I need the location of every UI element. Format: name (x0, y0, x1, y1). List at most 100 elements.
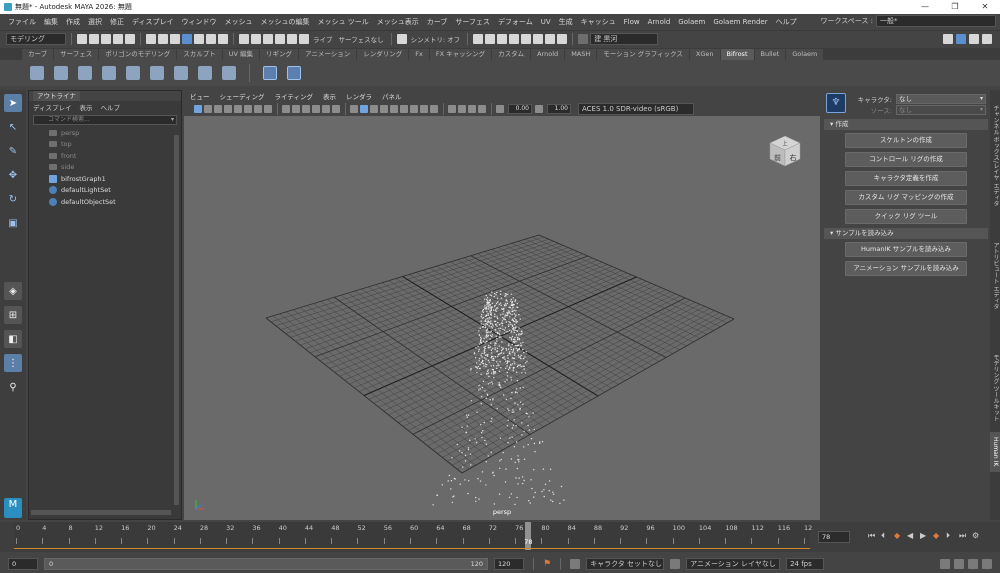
shelf-tab-14[interactable]: XGen (689, 49, 720, 60)
menu-item-7[interactable]: メッシュ (221, 17, 257, 27)
go-to-start-icon[interactable]: ⏮ (868, 531, 876, 541)
grease-pencil-icon[interactable] (234, 105, 242, 113)
snap-surface-icon[interactable] (287, 34, 297, 44)
sample-button-1[interactable]: アニメーション サンプルを読み込み (845, 261, 967, 276)
safe-action-icon[interactable] (478, 105, 486, 113)
bifrost-particles-icon[interactable] (102, 66, 116, 80)
viewport-menu-5[interactable]: パネル (382, 91, 402, 101)
smooth-shade-icon[interactable] (292, 105, 300, 113)
shelf-tab-0[interactable]: カーブ (22, 49, 54, 60)
menu-item-5[interactable]: ディスプレイ (128, 17, 178, 27)
gate-mask-icon[interactable] (458, 105, 466, 113)
select-hierarchy-icon[interactable] (146, 34, 156, 44)
viewport-menu-2[interactable]: ライティング (275, 91, 313, 101)
menu-item-17[interactable]: Flow (620, 18, 644, 26)
animation-layer-dropdown[interactable]: アニメーション レイヤなし (686, 558, 781, 570)
render-settings-icon[interactable] (485, 34, 496, 44)
outliner-menu-show[interactable]: 表示 (80, 102, 93, 112)
redo-icon[interactable] (125, 34, 135, 44)
play-forwards-icon[interactable]: ▶ (920, 531, 928, 541)
depth-of-field-icon[interactable] (420, 105, 428, 113)
menu-item-8[interactable]: メッシュの編集 (257, 17, 314, 27)
menu-item-10[interactable]: メッシュ表示 (373, 17, 423, 27)
viewport-menu-0[interactable]: ビュー (190, 91, 210, 101)
menu-item-15[interactable]: 生成 (555, 17, 577, 27)
bifrost-cube-icon[interactable] (198, 66, 212, 80)
gamma-field[interactable]: 1.00 (547, 104, 571, 114)
selection-mask-icon[interactable] (182, 34, 192, 44)
live-surface-label[interactable]: サーフェスなし (337, 34, 386, 44)
shelf-tab-4[interactable]: UV 編集 (222, 49, 260, 60)
menu-item-6[interactable]: ウィンドウ (178, 17, 221, 27)
pause-icon[interactable] (557, 34, 568, 44)
maximize-button[interactable]: ❐ (940, 0, 970, 14)
move-tool-icon[interactable]: ✥ (4, 166, 22, 184)
animation-start-field[interactable]: 0 (8, 558, 38, 570)
viewport-menu-1[interactable]: シェーディング (220, 91, 265, 101)
outliner-item[interactable]: bifrostGraph1 (29, 173, 181, 185)
wireframe-on-shaded-icon[interactable] (302, 105, 310, 113)
textured-icon[interactable] (312, 105, 320, 113)
open-scene-icon[interactable] (89, 34, 99, 44)
outliner-item[interactable]: persp (29, 127, 181, 139)
hud-icon[interactable] (430, 105, 438, 113)
grid-toggle-icon[interactable] (254, 105, 262, 113)
new-scene-icon[interactable] (77, 34, 87, 44)
loop-icon[interactable] (940, 559, 950, 569)
time-slider[interactable]: 0 4 8 12 16 20 24 28 32 36 40 44 48 52 56 60 64 68 72 76 80 8… (0, 522, 1000, 552)
make-live-icon[interactable] (299, 34, 309, 44)
shelf-tab-9[interactable]: FX キャッシング (429, 49, 492, 60)
user-account-dropdown[interactable]: 建 黒河 (590, 33, 659, 45)
outliner-h-scrollbar[interactable] (31, 510, 171, 515)
shelf-tab-3[interactable]: スカルプト (177, 49, 222, 60)
shelf-tab-15[interactable]: Bifrost (720, 49, 754, 60)
create-section-header[interactable]: ▾ 作成 (824, 119, 988, 130)
resolution-gate-icon[interactable] (448, 105, 456, 113)
sample-button-0[interactable]: HumanIK サンプルを読み込み (845, 242, 967, 257)
snap-point-icon[interactable] (263, 34, 273, 44)
menu-item-3[interactable]: 選択 (84, 17, 106, 27)
viewport-menu-4[interactable]: レンダラ (346, 91, 372, 101)
range-slider[interactable]: 0 120 (44, 558, 488, 570)
motion-blur-icon[interactable] (400, 105, 408, 113)
shelf-tab-17[interactable]: Golaem (786, 49, 824, 60)
outliner-tab[interactable]: アウトライナ (33, 91, 80, 101)
viewport-menu-3[interactable]: 表示 (323, 91, 336, 101)
fps-dropdown[interactable]: 24 fps (786, 558, 825, 570)
rotate-tool-icon[interactable]: ↻ (4, 190, 22, 208)
lasso-tool-icon[interactable]: ↖ (4, 118, 22, 136)
menu-item-21[interactable]: ヘルプ (772, 17, 801, 27)
colorspace-dropdown[interactable]: ACES 1.0 SDR-video (sRGB) (578, 103, 694, 115)
menu-item-0[interactable]: ファイル (4, 17, 40, 27)
create-button-1[interactable]: コントロール リグの作成 (845, 152, 967, 167)
shelf-tab-6[interactable]: アニメーション (299, 49, 357, 60)
select-object-icon[interactable] (158, 34, 168, 44)
bifrost-smoke-icon[interactable] (54, 66, 68, 80)
four-view-layout-icon[interactable]: ⊞ (4, 306, 22, 324)
bifrost-fire-icon[interactable] (78, 66, 92, 80)
side-tab-2[interactable]: モデリング ツールキット (990, 334, 1000, 442)
toggle-tool-settings-icon[interactable] (969, 34, 979, 44)
exposure-field[interactable]: 0.00 (508, 104, 532, 114)
outliner-item[interactable]: front (29, 150, 181, 162)
bifrost-mesh-icon[interactable] (174, 66, 188, 80)
outliner-item[interactable]: defaultLightSet (29, 185, 181, 197)
shadows-icon[interactable] (332, 105, 340, 113)
settings-icon[interactable] (982, 559, 992, 569)
field-chart-icon[interactable] (468, 105, 476, 113)
outliner-search-input[interactable]: コマンド検索... (33, 115, 177, 125)
bifrost-liquid-icon[interactable] (30, 66, 44, 80)
outliner-menu-help[interactable]: ヘルプ (101, 102, 121, 112)
menu-item-20[interactable]: Golaem Render (709, 18, 771, 26)
symmetry-icon[interactable] (396, 34, 407, 44)
image-plane-icon[interactable] (224, 105, 232, 113)
outliner-layout-icon[interactable]: ⋮ (4, 354, 22, 372)
animation-end-field[interactable]: 120 (494, 558, 524, 570)
bifrost-scatter-icon[interactable] (222, 66, 236, 80)
menu-item-14[interactable]: UV (537, 18, 555, 26)
scale-tool-icon[interactable]: ▣ (4, 214, 22, 232)
minimize-button[interactable]: — (910, 0, 940, 14)
snap-grid-icon[interactable] (239, 34, 249, 44)
ambient-occlusion-icon[interactable] (390, 105, 398, 113)
render-current-icon[interactable] (509, 34, 520, 44)
